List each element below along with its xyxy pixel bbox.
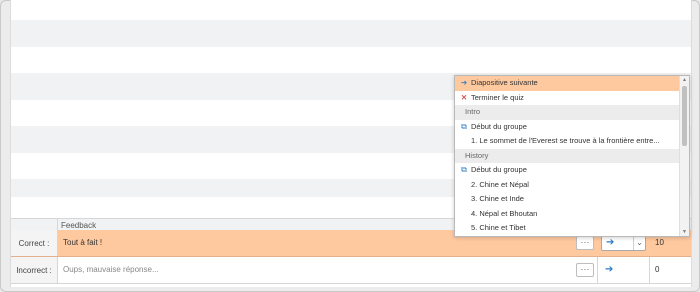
column-divider	[597, 257, 598, 283]
action-select[interactable]: ➔ ⌄	[601, 235, 646, 251]
dropdown-item-next-slide[interactable]: ➔ Diapositive suivante	[455, 76, 679, 91]
scroll-up-icon[interactable]: ▲	[680, 76, 689, 84]
action-dropdown[interactable]: ➔ Diapositive suivante ✕ Terminer le quiz …	[454, 75, 690, 237]
dropdown-item-label: Début du groupe	[471, 165, 527, 174]
dropdown-group-intro: Intro	[455, 105, 679, 120]
scrollbar-thumb[interactable]	[682, 86, 687, 146]
dropdown-group-label: Intro	[465, 107, 481, 116]
close-icon: ✕	[460, 92, 468, 102]
scroll-down-icon[interactable]: ▼	[680, 228, 689, 236]
feedback-text-incorrect[interactable]: Oups, mauvaise réponse...	[63, 257, 159, 283]
dropdown-item-question[interactable]: 5. Chine et Tibet	[455, 221, 679, 236]
dropdown-item-group-start[interactable]: ⧉ Début du groupe	[455, 163, 679, 178]
dropdown-item-label: 1. Le sommet de l'Everest se trouve à la…	[471, 136, 660, 145]
dropdown-item-label: Début du groupe	[471, 121, 527, 131]
dropdown-item-label: Diapositive suivante	[471, 78, 538, 87]
feedback-row-incorrect[interactable]: Incorrect : Oups, mauvaise réponse... ··…	[11, 257, 691, 284]
dropdown-item-label: 3. Chine et Inde	[471, 194, 524, 203]
dropdown-list: ➔ Diapositive suivante ✕ Terminer le quiz …	[455, 76, 679, 236]
dropdown-item-group-start[interactable]: ⧉ Début du groupe	[455, 120, 679, 135]
header-divider	[57, 219, 58, 230]
arrow-right-icon[interactable]: ➔	[605, 264, 613, 276]
score-value[interactable]: 0	[655, 257, 659, 283]
more-options-button[interactable]: ···	[576, 263, 594, 277]
more-options-button[interactable]: ···	[576, 236, 594, 250]
dropdown-item-question[interactable]: 3. Chine et Inde	[455, 192, 679, 207]
feedback-text-correct[interactable]: Tout à fait !	[63, 230, 102, 256]
feedback-header-label: Feedback	[61, 221, 97, 230]
group-icon: ⧉	[461, 121, 467, 131]
dropdown-item-end-quiz[interactable]: ✕ Terminer le quiz	[455, 91, 679, 106]
column-divider	[649, 257, 650, 283]
dropdown-item-label: 5. Chine et Tibet	[471, 223, 526, 232]
dropdown-item-label: Terminer le quiz	[471, 92, 524, 102]
dropdown-item-label: 4. Népal et Bhoutan	[471, 208, 538, 218]
dropdown-item-question[interactable]: 4. Népal et Bhoutan	[455, 207, 679, 222]
dropdown-item-question[interactable]: 2. Chine et Népal	[455, 178, 679, 193]
row-label: Correct :	[11, 230, 58, 256]
dropdown-item-label: 2. Chine et Népal	[471, 179, 529, 189]
chevron-down-icon[interactable]: ⌄	[633, 236, 645, 250]
arrow-right-icon: ➔	[460, 78, 468, 87]
dropdown-item-question[interactable]: 1. Le sommet de l'Everest se trouve à la…	[455, 134, 679, 149]
dropdown-group-history: History	[455, 148, 679, 163]
arrow-right-icon: ➔	[606, 237, 615, 248]
dropdown-group-label: History	[465, 150, 489, 160]
dropdown-scrollbar[interactable]: ▲ ▼	[679, 76, 689, 236]
row-label: Incorrect :	[11, 257, 58, 283]
group-icon: ⧉	[461, 165, 467, 174]
list-row-empty	[11, 20, 691, 47]
